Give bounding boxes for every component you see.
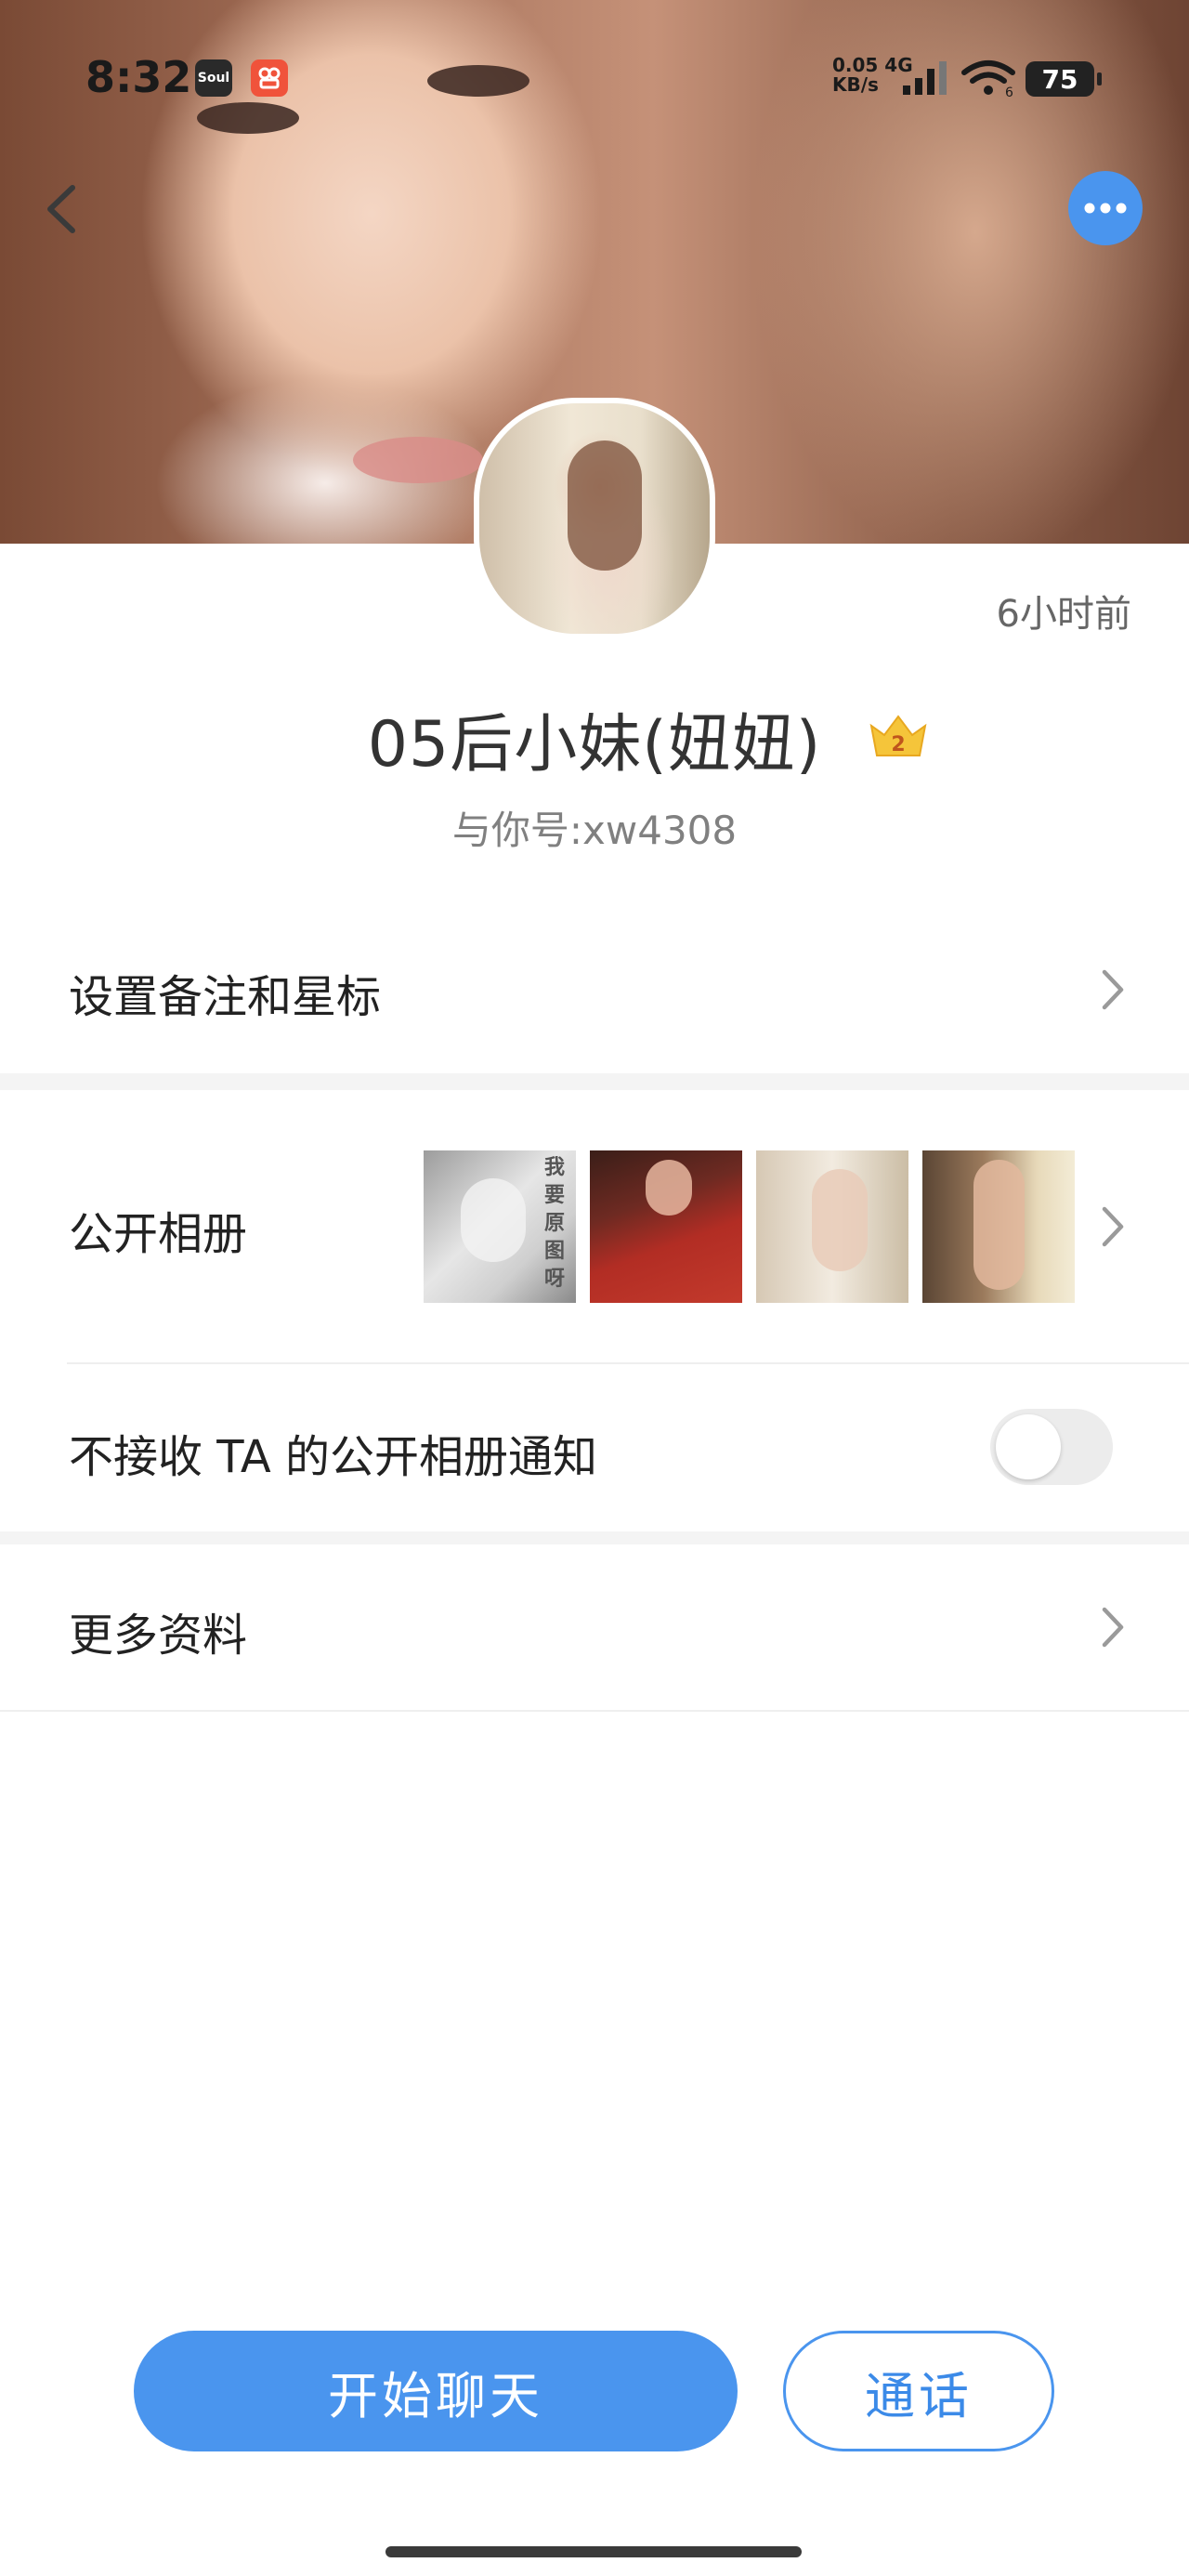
last-seen-time: 6小时前 (996, 593, 1131, 636)
avatar[interactable] (474, 398, 715, 639)
profile-name: 05后小妹(妞妞) (367, 708, 822, 782)
home-indicator[interactable] (385, 2546, 802, 2557)
toggle-knob (996, 1414, 1061, 1479)
album-thumbnail[interactable] (756, 1150, 908, 1303)
start-chat-button[interactable]: 开始聊天 (134, 2331, 738, 2451)
signal-icon (903, 61, 947, 95)
section-gap (0, 1531, 1189, 1544)
set-remark-label: 设置备注和星标 (69, 971, 382, 1023)
row-divider (0, 1710, 1189, 1712)
album-photo-detail (461, 1178, 526, 1262)
vip-level: 2 (891, 733, 905, 756)
more-info-label: 更多资料 (69, 1610, 248, 1662)
section-gap (0, 1073, 1189, 1090)
album-thumbnail[interactable]: 我要原图呀 (424, 1150, 576, 1303)
album-notification-toggle[interactable] (990, 1409, 1113, 1485)
chevron-right-icon (1102, 1607, 1124, 1648)
chevron-left-icon (47, 185, 75, 233)
avatar-photo-detail (568, 440, 642, 571)
back-button[interactable] (35, 177, 91, 242)
wifi-badge: 6 (1005, 85, 1013, 99)
battery-indicator: 75 (1026, 61, 1102, 97)
album-notification-label: 不接收 TA 的公开相册通知 (69, 1431, 597, 1483)
album-photo-detail (646, 1160, 692, 1216)
chevron-right-icon (1102, 1206, 1124, 1247)
soul-app-icon: Soul (195, 59, 232, 97)
more-dots-icon (1084, 203, 1127, 214)
set-remark-row[interactable]: 设置备注和星标 (0, 906, 1189, 1073)
user-id[interactable]: 与你号:xw4308 (0, 799, 1189, 856)
chevron-right-icon (1102, 969, 1124, 1010)
album-thumbnail[interactable] (922, 1150, 1075, 1303)
album-photo-text: 我要原图呀 (544, 1156, 566, 1291)
app-glyph-icon (258, 67, 281, 89)
profile-name-row: 05后小妹(妞妞) 2 (0, 692, 1189, 784)
public-album-label: 公开相册 (69, 1208, 248, 1260)
call-button[interactable]: 通话 (783, 2331, 1054, 2451)
album-photo-detail (973, 1160, 1025, 1290)
status-time: 8:32 (85, 52, 192, 102)
vip-crown-icon: 2 (869, 715, 927, 756)
album-thumbnail[interactable] (590, 1150, 742, 1303)
album-photo-detail (812, 1169, 868, 1271)
cover-photo-detail (353, 437, 483, 483)
more-button[interactable] (1068, 171, 1143, 245)
wifi-icon: 6 (961, 60, 1015, 99)
status-bar: 8:32 Soul 0.05 4G KB/s 6 75 (0, 46, 1189, 112)
more-info-row[interactable]: 更多资料 (0, 1544, 1189, 1710)
xiaohongshu-app-icon (251, 59, 288, 97)
